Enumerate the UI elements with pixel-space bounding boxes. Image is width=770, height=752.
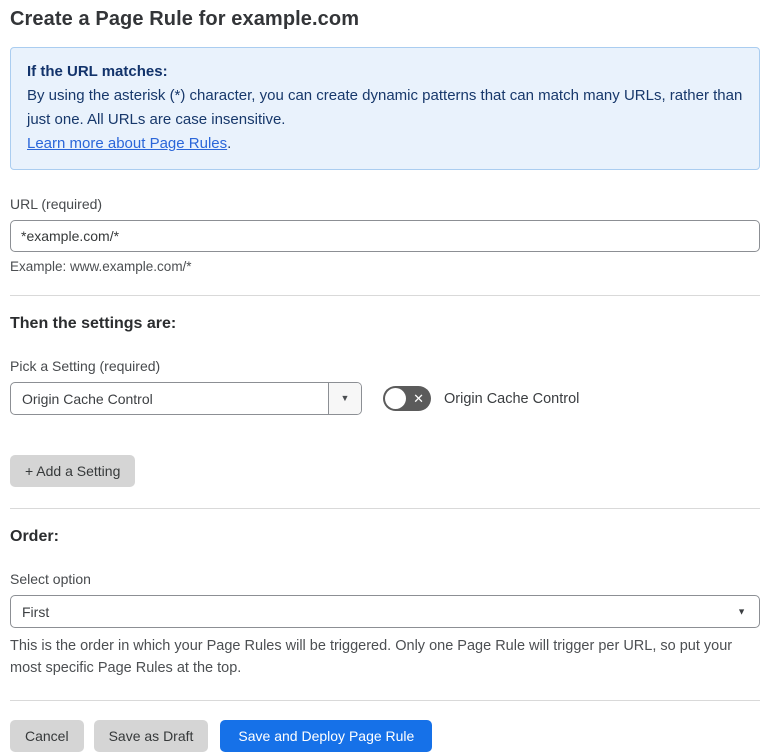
divider-after-url xyxy=(10,295,760,296)
link-period: . xyxy=(227,135,232,152)
toggle-knob xyxy=(385,388,406,409)
save-and-deploy-button[interactable]: Save and Deploy Page Rule xyxy=(220,720,433,752)
setting-select-value: Origin Cache Control xyxy=(22,390,153,407)
order-section-heading: Order: xyxy=(10,528,59,545)
cancel-button[interactable]: Cancel xyxy=(10,720,84,752)
origin-cache-control-toggle[interactable]: ✕ xyxy=(383,386,431,411)
add-setting-button[interactable]: + Add a Setting xyxy=(10,455,136,487)
divider-footer xyxy=(10,700,760,701)
pick-setting-label: Pick a Setting (required) xyxy=(10,358,161,374)
url-example-text: Example: www.example.com/* xyxy=(10,259,192,274)
url-input[interactable] xyxy=(10,220,760,252)
learn-more-link[interactable]: Learn more about Page Rules xyxy=(27,135,227,152)
url-field-label: URL (required) xyxy=(10,196,103,212)
order-help-text: This is the order in which your Page Rul… xyxy=(10,638,733,676)
order-select-label: Select option xyxy=(10,571,91,587)
setting-select-arrow-button[interactable]: ▼ xyxy=(328,383,361,414)
info-box-link-line: Learn more about Page Rules. xyxy=(27,132,743,156)
url-match-info-box: If the URL matches: By using the asteris… xyxy=(10,47,760,170)
order-select-value: First xyxy=(22,603,50,620)
order-select[interactable]: First ▼ xyxy=(10,595,760,628)
toggle-off-x-icon: ✕ xyxy=(413,390,424,406)
setting-row: Origin Cache Control ▼ ✕ Origin Cache Co… xyxy=(10,382,760,415)
setting-select[interactable]: Origin Cache Control ▼ xyxy=(10,382,362,415)
info-box-heading: If the URL matches: xyxy=(27,63,168,80)
save-as-draft-button[interactable]: Save as Draft xyxy=(93,720,209,752)
footer-actions: Cancel Save as Draft Save and Deploy Pag… xyxy=(10,720,760,752)
divider-after-settings xyxy=(10,508,760,509)
chevron-down-icon: ▼ xyxy=(340,393,350,403)
info-box-body: By using the asterisk (*) character, you… xyxy=(27,87,743,128)
page-title: Create a Page Rule for example.com xyxy=(10,8,360,30)
chevron-down-icon: ▼ xyxy=(737,606,746,616)
toggle-label: Origin Cache Control xyxy=(444,390,580,407)
settings-section-heading: Then the settings are: xyxy=(10,315,177,332)
